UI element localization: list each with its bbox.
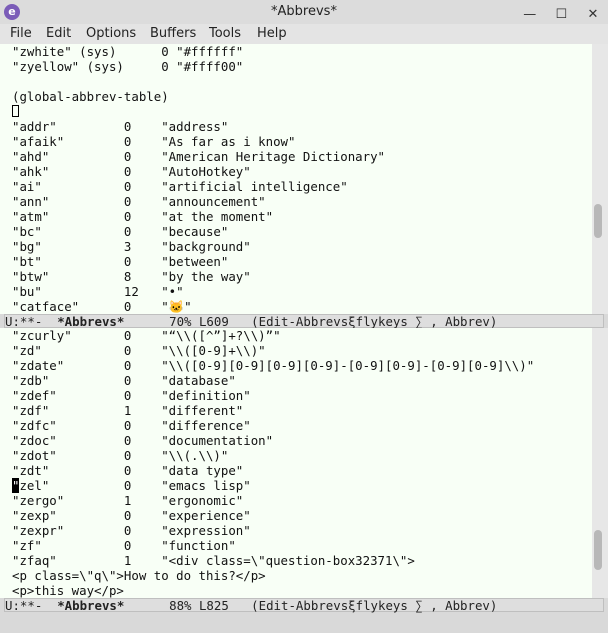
window-controls: — ☐ ✕ — [517, 3, 602, 24]
minimize-button[interactable]: — — [521, 6, 539, 24]
scrollbar-bottom[interactable] — [592, 328, 608, 598]
buffer-line: "zcurly" 0 "“\\([^”]+?\\)”" — [12, 328, 281, 343]
buffer-line: <p class=\"q\">How to do this?</p> — [12, 568, 266, 583]
maximize-button[interactable]: ☐ — [552, 6, 570, 24]
menu-buffers[interactable]: Buffers — [150, 26, 196, 41]
buffer-line: "zyellow" (sys) 0 "#ffff00" — [12, 59, 244, 74]
title-bar: e *Abbrevs* — ☐ ✕ — [0, 0, 608, 25]
buffer-line — [12, 74, 592, 89]
buffer-line: "bg" 3 "background" — [12, 239, 251, 254]
menu-file[interactable]: File — [10, 26, 32, 41]
mode-line-buffer-name: *Abbrevs* — [57, 598, 125, 613]
buffer-line: <p>this way</p> — [12, 583, 124, 598]
buffer-line: "zdfc" 0 "difference" — [12, 418, 251, 433]
buffer-line: "btw" 8 "by the way" — [12, 269, 251, 284]
buffer-line: "zexpr" 0 "expression" — [12, 523, 251, 538]
scrollbar-thumb[interactable] — [594, 530, 602, 570]
buffer-line: "zd" 0 "\\([0-9]+\\)" — [12, 343, 266, 358]
buffer-line — [12, 104, 592, 119]
mode-line-bottom[interactable]: U:**- *Abbrevs* 88% L825 (Edit-Abbrevsξf… — [4, 598, 604, 613]
buffer-line: "zdb" 0 "database" — [12, 373, 236, 388]
buffer-line: "ahd" 0 "American Heritage Dictionary" — [12, 149, 385, 164]
buffer-line: "addr" 0 "address" — [12, 119, 229, 134]
menu-bar: File Edit Options Buffers Tools Help — [0, 24, 608, 45]
menu-help[interactable]: Help — [257, 26, 287, 41]
buffer-line: "zel" 0 "emacs lisp" — [12, 478, 251, 493]
menu-options[interactable]: Options — [86, 26, 136, 41]
buffer-line: "ann" 0 "announcement" — [12, 194, 266, 209]
scrollbar-top[interactable] — [592, 44, 608, 314]
buffer-line: "zdot" 0 "\\(.\\)" — [12, 448, 229, 463]
close-button[interactable]: ✕ — [584, 6, 602, 24]
buffer-line: (global-abbrev-table) — [12, 89, 169, 104]
buffer-line: "bu" 12 "•" — [12, 284, 184, 299]
buffer-line: "zexp" 0 "experience" — [12, 508, 251, 523]
buffer-line: "bc" 0 "because" — [12, 224, 229, 239]
buffer-line: "zdef" 0 "definition" — [12, 388, 251, 403]
mode-line-top[interactable]: U:**- *Abbrevs* 70% L609 (Edit-Abbrevsξf… — [4, 314, 604, 329]
editor-pane-top[interactable]: "zwhite" (sys) 0 "#ffffff" "zyellow" (sy… — [0, 44, 592, 314]
buffer-line: "zf" 0 "function" — [12, 538, 236, 553]
buffer-line: "zwhite" (sys) 0 "#ffffff" — [12, 44, 244, 59]
buffer-line: "zdt" 0 "data type" — [12, 463, 244, 478]
buffer-line: "catface" 0 "🐱" — [12, 299, 192, 314]
buffer-line: "zdf" 1 "different" — [12, 403, 244, 418]
buffer-line: "ai" 0 "artificial intelligence" — [12, 179, 348, 194]
buffer-line: "afaik" 0 "As far as i know" — [12, 134, 296, 149]
buffer-line: "bt" 0 "between" — [12, 254, 229, 269]
buffer-line: "zdoc" 0 "documentation" — [12, 433, 274, 448]
hollow-cursor — [12, 105, 19, 117]
menu-edit[interactable]: Edit — [46, 26, 71, 41]
mode-line-buffer-name: *Abbrevs* — [57, 314, 125, 329]
buffer-line: "zergo" 1 "ergonomic" — [12, 493, 244, 508]
editor-pane-bottom[interactable]: "zcurly" 0 "“\\([^”]+?\\)”" "zd" 0 "\\([… — [0, 328, 592, 598]
buffer-line: "ahk" 0 "AutoHotkey" — [12, 164, 251, 179]
buffer-line: "atm" 0 "at the moment" — [12, 209, 274, 224]
scrollbar-thumb[interactable] — [594, 204, 602, 238]
buffer-line: "zfaq" 1 "<div class=\"question-box32371… — [12, 553, 415, 568]
menu-tools[interactable]: Tools — [209, 26, 241, 41]
buffer-line: "zdate" 0 "\\([0-9][0-9][0-9][0-9]-[0-9]… — [12, 358, 535, 373]
